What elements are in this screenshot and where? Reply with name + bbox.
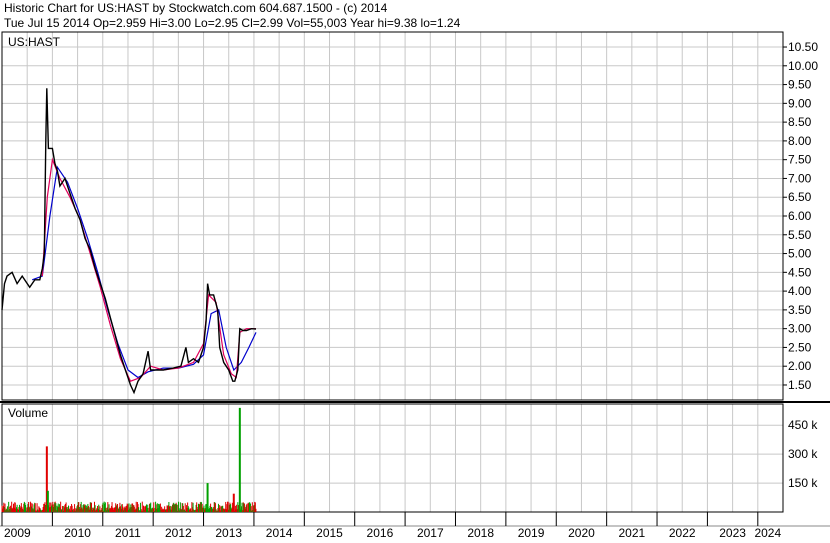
stock-chart: US:HAST Volume 1.50 2.00 2.50 3.00 3.50 4.00 4… (0, 31, 830, 540)
price-line (1, 88, 257, 395)
x-tick-label: 2020 (568, 526, 595, 540)
x-tick-label: 2024 (754, 526, 781, 540)
y-tick-label: 10.00 (788, 59, 818, 73)
x-tick-label: 2012 (165, 526, 192, 540)
y-tick-label: 4.00 (788, 284, 812, 298)
y-tick-label: 7.50 (788, 153, 812, 167)
x-tick-label: 2023 (719, 526, 746, 540)
volume-tick-label: 300 k (788, 447, 818, 461)
y-tick-label: 4.50 (788, 265, 812, 279)
y-tick-label: 5.00 (788, 247, 812, 261)
volume-tick-label: 150 k (788, 476, 818, 490)
x-tick-label: 2018 (467, 526, 494, 540)
y-tick-label: 3.50 (788, 303, 812, 317)
price-axis: 1.50 2.00 2.50 3.00 3.50 4.00 4.50 5.00 5.50 6.00… (783, 40, 818, 392)
moving-average-fast (41, 157, 256, 382)
x-tick-label: 2019 (518, 526, 545, 540)
y-tick-label: 6.00 (788, 209, 812, 223)
x-tick-label: 2010 (64, 526, 91, 540)
volume-bars (1, 407, 257, 512)
y-tick-label: 6.50 (788, 190, 812, 204)
x-tick-label: 2015 (316, 526, 343, 540)
y-tick-label: 9.00 (788, 96, 812, 110)
x-tick-label: 2017 (417, 526, 444, 540)
x-tick-label: 2013 (215, 526, 242, 540)
y-tick-label: 2.00 (788, 359, 812, 373)
y-tick-label: 3.00 (788, 322, 812, 336)
x-tick-label: 2011 (115, 526, 141, 540)
volume-panel-border (1, 403, 784, 513)
x-tick-label: 2022 (669, 526, 696, 540)
x-tick-label: 2016 (367, 526, 394, 540)
y-tick-label: 10.50 (788, 40, 818, 54)
x-tick-label: 2021 (618, 526, 645, 540)
y-tick-label: 8.50 (788, 115, 812, 129)
y-tick-label: 8.00 (788, 134, 812, 148)
volume-label: Volume (8, 406, 48, 420)
x-tick-label: 2014 (266, 526, 293, 540)
grid-lines (1, 32, 784, 512)
price-series (1, 88, 257, 395)
x-tick-label: 2009 (4, 526, 31, 540)
y-tick-label: 1.50 (788, 378, 812, 392)
symbol-label: US:HAST (8, 35, 61, 49)
y-tick-label: 7.00 (788, 171, 812, 185)
volume-tick-label: 450 k (788, 418, 818, 432)
y-tick-label: 5.50 (788, 228, 812, 242)
volume-axis: 150 k 300 k 450 k (788, 418, 818, 490)
y-tick-label: 2.50 (788, 340, 812, 354)
chart-frame (0, 31, 830, 527)
y-tick-label: 9.50 (788, 78, 812, 92)
